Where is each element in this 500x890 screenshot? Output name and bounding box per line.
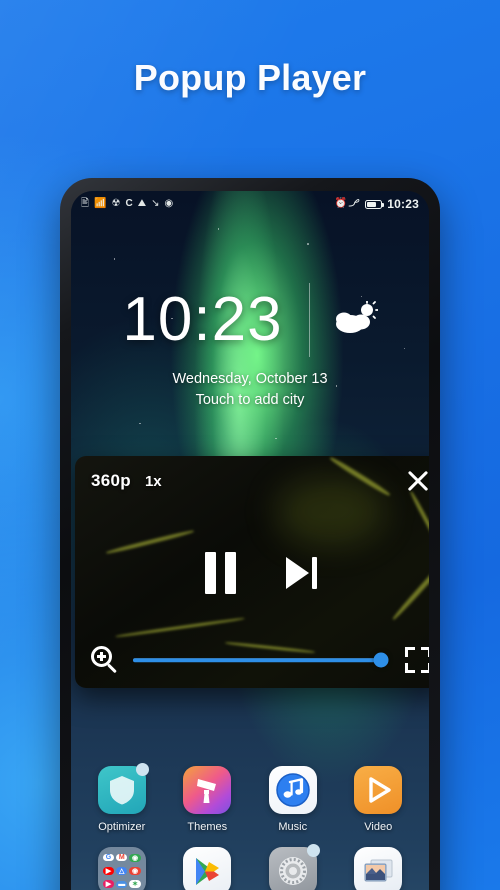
app-music[interactable]: Music [257,766,329,833]
google-folder-app-icon: ◉ [129,866,141,875]
photo-icon [354,847,403,890]
google-folder-app-icon: ▬ [116,880,128,888]
shield-icon [97,763,149,814]
zoom-in-icon[interactable] [91,646,119,674]
gear-icon [268,844,320,890]
app-optimizer[interactable]: Optimizer [86,763,158,833]
google-folder-app-icon: ◉ [129,853,141,862]
popup-player-window[interactable]: 360p 1x [75,456,429,688]
app-label: Music [278,821,308,833]
app-play-store[interactable]: Play Store [171,847,243,890]
pause-icon[interactable] [205,552,236,594]
app-row-2: GM◉▶△◉▶▬✶ Google Play Store [71,844,429,890]
google-folder-icon: G M ◉ ▶ △ ◉ ▶ ▬ ✶ [97,847,146,890]
page-title: Popup Player [133,57,367,98]
app-grid: Optimizer Themes Music Video G M ◉ ▶ △ ◉… [71,763,429,890]
clock-date: Wednesday, October 13 [172,371,328,387]
progress-slider[interactable] [133,651,388,669]
google-folder-app-icon: ▶ [102,880,115,889]
app-themes[interactable]: Themes [171,766,243,833]
notification-badge [135,763,149,776]
usb-icon: ☢ [111,198,121,209]
play-store-icon [183,847,232,890]
popup-player-bottombar [75,632,429,688]
app-settings[interactable]: Settings [257,844,329,890]
data-transfer-icon: ↘ [151,198,160,209]
do-not-disturb-icon: C [125,198,133,209]
google-folder-app-icon: ✶ [129,880,141,889]
phone-mockup: 🖹 📶 ☢ C ⛰ ↘ ◉ ⏰ 𐋲 10:23 10:23 Wednesday,… [60,178,440,890]
skip-next-icon[interactable] [286,557,317,589]
clock-city-hint[interactable]: Touch to add city [71,392,429,408]
app-circle-icon: ◉ [164,198,174,209]
location-icon: ⛰ [137,198,147,209]
wifi-icon: 📶 [94,198,107,209]
app-label: Themes [187,821,228,833]
music-note-icon [268,766,317,814]
status-bar-time: 10:23 [387,197,419,211]
sim-card-icon: 🖹 [81,198,90,209]
app-gallery[interactable]: Gallery [342,847,414,890]
alarm-clock-icon: ⏰ [334,198,348,209]
app-label: Video [364,821,393,833]
progress-thumb[interactable] [373,652,388,668]
paintbrush-icon [183,766,232,814]
resolution-button[interactable]: 360p [91,471,131,491]
app-video[interactable]: Video [342,766,414,833]
status-bar: 🖹 📶 ☢ C ⛰ ↘ ◉ ⏰ 𐋲 10:23 [71,191,429,217]
partly-cloudy-icon [310,299,379,340]
clock-time: 10:23 [122,285,283,354]
popup-player-controls [75,552,429,594]
progress-fill [133,658,381,662]
google-folder-app-icon: ▶ [102,866,115,875]
google-folder-app-icon: M [116,854,128,862]
notification-badge [306,844,320,857]
battery-icon [365,199,385,209]
bluetooth-icon: 𐋲 [352,198,361,209]
phone-screen: 🖹 📶 ☢ C ⛰ ↘ ◉ ⏰ 𐋲 10:23 10:23 Wednesday,… [71,191,429,890]
google-folder-app-icon: △ [116,866,128,875]
app-google[interactable]: GM◉▶△◉▶▬✶ Google [86,847,158,890]
clock-widget[interactable]: 10:23 Wednesday, October 13 Touch to add… [71,283,429,408]
popup-player-topbar: 360p 1x [75,456,429,506]
close-icon[interactable] [405,468,429,494]
fullscreen-icon[interactable] [405,647,429,673]
google-folder-app-icon: G [102,854,115,862]
app-row-1: Optimizer Themes Music Video [71,763,429,833]
app-label: Optimizer [98,821,146,833]
playback-speed-button[interactable]: 1x [145,473,162,490]
play-triangle-icon [354,766,403,814]
